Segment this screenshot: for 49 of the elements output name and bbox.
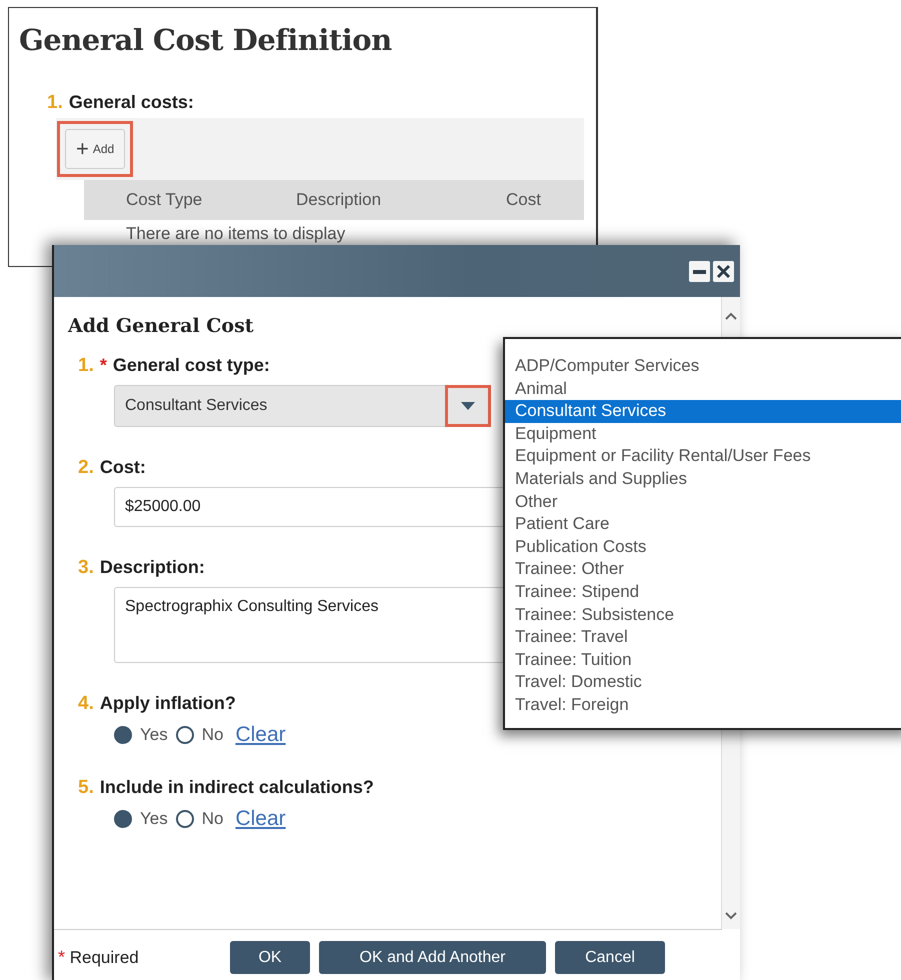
dialog-button[interactable]: OK bbox=[230, 941, 310, 974]
required-note: * Required bbox=[58, 947, 140, 968]
dialog-button[interactable]: OK and Add Another bbox=[319, 941, 546, 974]
question-number: 1. bbox=[78, 355, 94, 377]
dropdown-option[interactable]: Trainee: Other bbox=[505, 558, 901, 581]
cost-type-select[interactable]: Consultant Services bbox=[114, 385, 490, 427]
question-number: 3. bbox=[78, 557, 94, 579]
radio-button[interactable] bbox=[176, 810, 194, 828]
column-header: Cost bbox=[505, 190, 542, 210]
question-number: 5. bbox=[78, 777, 94, 799]
dropdown-option[interactable]: Equipment or Facility Rental/User Fees bbox=[505, 445, 901, 468]
dropdown-option[interactable]: Consultant Services bbox=[505, 400, 901, 423]
radio-button[interactable] bbox=[114, 810, 132, 828]
close-icon[interactable] bbox=[713, 260, 734, 282]
question-label: Apply inflation? bbox=[100, 693, 236, 714]
column-header: Description bbox=[296, 190, 382, 210]
radio-label: No bbox=[202, 809, 224, 829]
minimize-icon[interactable] bbox=[689, 260, 710, 282]
empty-message: There are no items to display bbox=[126, 224, 346, 244]
dropdown-option[interactable]: Travel: Domestic bbox=[505, 671, 901, 694]
question-label: General cost type: bbox=[112, 355, 270, 376]
radio-button[interactable] bbox=[176, 726, 194, 744]
clear-link[interactable]: Clear bbox=[235, 723, 286, 747]
question-label: Include in indirect calculations? bbox=[100, 777, 374, 798]
page-title: General Cost Definition bbox=[19, 22, 393, 59]
question-label: General costs: bbox=[68, 92, 194, 113]
dropdown-option[interactable]: Travel: Foreign bbox=[505, 694, 901, 716]
question-number: 2. bbox=[78, 457, 94, 479]
dropdown-option[interactable]: Animal bbox=[505, 378, 901, 400]
required-marker: * bbox=[100, 355, 107, 376]
dropdown-option[interactable]: Publication Costs bbox=[505, 536, 901, 558]
radio-label: Yes bbox=[140, 809, 168, 829]
question-label: Description: bbox=[100, 557, 205, 578]
dialog-title: Add General Cost bbox=[68, 315, 255, 337]
radio-label: Yes bbox=[140, 725, 168, 745]
scroll-up-icon[interactable] bbox=[724, 311, 738, 321]
radio-button[interactable] bbox=[114, 726, 132, 744]
radio-label: No bbox=[202, 725, 224, 745]
clear-link[interactable]: Clear bbox=[235, 807, 286, 831]
add-button[interactable]: + Add bbox=[65, 129, 126, 169]
question-number: 4. bbox=[78, 693, 94, 715]
caret-icon[interactable] bbox=[460, 401, 476, 411]
dropdown-option[interactable]: Equipment bbox=[505, 422, 901, 446]
column-header: Cost Type bbox=[126, 190, 204, 210]
dropdown-option[interactable]: ADP/Computer Services bbox=[505, 355, 901, 378]
question-number: 1. bbox=[47, 92, 63, 114]
dialog-button[interactable]: Cancel bbox=[555, 941, 665, 974]
question-label: Cost: bbox=[100, 457, 146, 478]
scroll-down-icon[interactable] bbox=[724, 911, 738, 921]
